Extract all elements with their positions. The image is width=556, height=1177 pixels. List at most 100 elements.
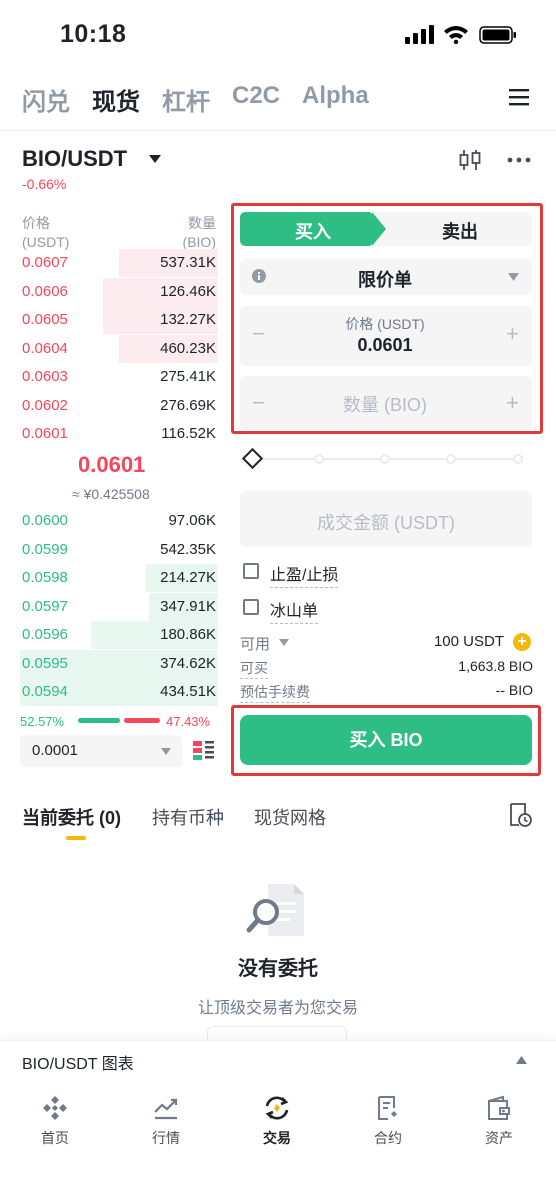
status-time: 10:18 xyxy=(60,20,127,48)
slider-step[interactable] xyxy=(513,454,523,464)
nav-trade-label: 交易 xyxy=(263,1130,291,1146)
caret-down-icon[interactable] xyxy=(148,154,162,164)
available-label[interactable]: 可用 xyxy=(240,633,270,654)
caret-up-icon[interactable] xyxy=(516,1056,527,1064)
bid-row[interactable]: 0.0595 374.62K xyxy=(20,650,218,678)
tab-spot-grid[interactable]: 现货网格 xyxy=(254,804,326,830)
chart-toggle-label[interactable]: BIO/USDT 图表 xyxy=(22,1050,134,1074)
nav-tab-convert[interactable]: 闪兑 xyxy=(22,82,70,117)
bid-qty: 542.35K xyxy=(160,541,216,558)
more-options-icon[interactable] xyxy=(506,148,532,172)
total-placeholder: 成交金额 (USDT) xyxy=(317,513,455,533)
bid-price: 0.0594 xyxy=(22,683,68,700)
iceberg-checkbox[interactable] xyxy=(243,599,259,615)
slider-step[interactable] xyxy=(380,454,390,464)
bid-qty: 434.51K xyxy=(160,683,216,700)
fee-value: -- BIO xyxy=(495,682,533,698)
ask-row[interactable]: 0.0606 126.46K xyxy=(20,278,218,306)
ask-price: 0.0605 xyxy=(22,311,68,328)
home-icon xyxy=(43,1096,67,1120)
bid-row[interactable]: 0.0599 542.35K xyxy=(20,536,218,564)
nav-trade[interactable]: 交易 xyxy=(242,1094,312,1148)
trading-pair[interactable]: BIO/USDT xyxy=(22,146,127,172)
orderbook-layout-icon[interactable] xyxy=(192,739,216,763)
hamburger-menu-icon[interactable] xyxy=(506,84,532,110)
bid-row[interactable]: 0.0597 347.91K xyxy=(20,593,218,621)
bid-price: 0.0596 xyxy=(22,626,68,643)
ask-price: 0.0601 xyxy=(22,425,68,442)
wifi-icon xyxy=(444,26,468,44)
amount-slider-track[interactable] xyxy=(262,458,520,460)
ob-price-header: 价格 xyxy=(22,215,50,231)
tab-holdings[interactable]: 持有币种 xyxy=(152,804,224,830)
ob-price-unit: (USDT) xyxy=(22,234,70,250)
last-price-fiat: ≈ ¥0.425508 xyxy=(72,486,150,502)
cellular-signal-icon xyxy=(405,25,434,44)
no-orders-icon xyxy=(246,884,304,936)
nav-tab-c2c[interactable]: C2C xyxy=(232,82,280,117)
ask-row[interactable]: 0.0605 132.27K xyxy=(20,306,218,334)
nav-home[interactable]: 首页 xyxy=(20,1094,90,1148)
ask-row[interactable]: 0.0604 460.23K xyxy=(20,335,218,363)
ask-price: 0.0603 xyxy=(22,368,68,385)
buy-ratio: 52.57% xyxy=(20,714,65,729)
ob-qty-unit: (BIO) xyxy=(182,234,216,250)
ob-qty-header: 数量 xyxy=(188,215,216,231)
ask-row[interactable]: 0.0603 275.41K xyxy=(20,363,218,391)
nav-assets-label: 资产 xyxy=(485,1130,513,1146)
nav-futures[interactable]: 合约 xyxy=(353,1094,423,1148)
slider-step[interactable] xyxy=(446,454,456,464)
wallet-icon xyxy=(488,1095,510,1120)
candlestick-chart-icon[interactable] xyxy=(458,148,482,172)
tp-sl-label[interactable]: 止盈/止损 xyxy=(270,561,339,588)
bid-qty: 97.06K xyxy=(168,512,216,529)
nav-home-label: 首页 xyxy=(41,1130,69,1146)
bid-qty: 347.91K xyxy=(160,598,216,615)
tab-open-orders[interactable]: 当前委托 (0) xyxy=(22,804,121,830)
can-buy-label: 可买 xyxy=(240,658,268,679)
order-history-icon[interactable] xyxy=(508,802,532,828)
last-price[interactable]: 0.0601 xyxy=(78,452,145,478)
sell-ratio: 47.43% xyxy=(166,714,211,729)
buy-ratio-bar xyxy=(78,718,120,723)
top-nav: 闪兑 现货 杠杆 C2C Alpha xyxy=(22,82,391,117)
ask-price: 0.0604 xyxy=(22,340,68,357)
bid-row[interactable]: 0.0600 97.06K xyxy=(20,507,218,535)
nav-futures-label: 合约 xyxy=(374,1130,402,1146)
ask-qty: 537.31K xyxy=(160,254,216,271)
bid-price: 0.0600 xyxy=(22,512,68,529)
tp-sl-checkbox[interactable] xyxy=(243,563,259,579)
ask-row[interactable]: 0.0601 116.52K xyxy=(20,420,218,448)
bid-row[interactable]: 0.0598 214.27K xyxy=(20,564,218,592)
nav-tab-alpha[interactable]: Alpha xyxy=(302,82,369,117)
caret-down-icon[interactable] xyxy=(279,639,289,646)
ask-qty: 116.52K xyxy=(161,425,216,442)
nav-tab-spot[interactable]: 现货 xyxy=(92,82,140,117)
slider-step[interactable] xyxy=(314,454,324,464)
ask-price: 0.0602 xyxy=(22,397,68,414)
trade-icon xyxy=(265,1096,289,1120)
empty-state-subtitle: 让顶级交易者为您交易 xyxy=(197,1000,358,1017)
fee-label: 预估手续费 xyxy=(240,682,310,703)
bid-price: 0.0597 xyxy=(22,598,68,615)
nav-markets[interactable]: 行情 xyxy=(131,1094,201,1148)
bid-row[interactable]: 0.0596 180.86K xyxy=(20,621,218,649)
add-funds-icon[interactable]: + xyxy=(513,633,531,651)
ask-row[interactable]: 0.0602 276.69K xyxy=(20,392,218,420)
precision-value: 0.0001 xyxy=(32,742,78,759)
bid-price: 0.0595 xyxy=(22,655,68,672)
futures-document-icon xyxy=(378,1096,397,1120)
battery-icon xyxy=(479,26,516,44)
iceberg-label[interactable]: 冰山单 xyxy=(270,597,319,624)
slider-thumb[interactable] xyxy=(241,447,264,470)
ask-qty: 275.41K xyxy=(160,368,216,385)
nav-tab-margin[interactable]: 杠杆 xyxy=(162,82,210,117)
bid-qty: 374.62K xyxy=(160,655,216,672)
nav-assets[interactable]: 资产 xyxy=(464,1094,534,1148)
bid-row[interactable]: 0.0594 434.51K xyxy=(20,678,218,706)
nav-markets-label: 行情 xyxy=(152,1130,180,1146)
ask-row[interactable]: 0.0607 537.31K xyxy=(20,249,218,277)
ask-qty: 132.27K xyxy=(160,311,216,328)
highlight-box-form xyxy=(231,203,543,434)
ask-qty: 460.23K xyxy=(160,340,216,357)
